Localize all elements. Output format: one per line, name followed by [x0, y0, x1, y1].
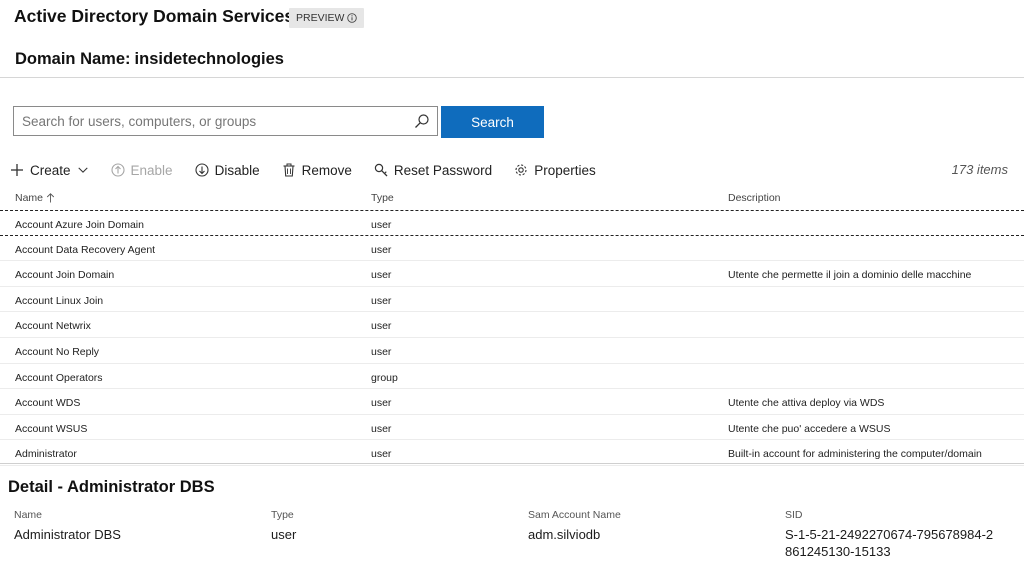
column-header-type-label: Type: [371, 192, 394, 204]
detail-sid-value: S-1-5-21-2492270674-795678984-2861245130…: [785, 527, 994, 559]
cell-type: user: [371, 397, 392, 410]
column-header-type[interactable]: Type: [371, 192, 394, 204]
info-icon[interactable]: [347, 13, 358, 23]
detail-sam-value: adm.silviodb: [528, 527, 601, 542]
cell-name: Account No Reply: [15, 345, 100, 358]
detail-sid-label: SID: [785, 509, 803, 521]
arrow-down-circle-icon: [195, 163, 209, 177]
cell-type: user: [371, 219, 392, 231]
domain-name-value: insidetechnologies: [134, 50, 284, 68]
domain-name-label: Domain Name:: [15, 50, 131, 68]
table-row[interactable]: Account Linux Join user: [0, 287, 1024, 313]
cell-type: user: [371, 345, 392, 358]
cell-name: Account Operators: [15, 371, 103, 384]
item-count: 173 items: [951, 162, 1008, 177]
table-row[interactable]: Account WSUS user Utente che puo' accede…: [0, 415, 1024, 441]
column-header-description-label: Description: [728, 192, 781, 204]
reset-password-button-label: Reset Password: [393, 162, 493, 178]
cell-description: Utente che puo' accedere a WSUS: [728, 422, 891, 435]
cell-name: Account WSUS: [15, 422, 88, 435]
search-icon[interactable]: [407, 107, 437, 135]
enable-button[interactable]: Enable: [110, 162, 173, 178]
table-row[interactable]: Account Netwrix user: [0, 312, 1024, 338]
cell-name: Account Join Domain: [15, 269, 115, 282]
remove-button-label: Remove: [301, 162, 352, 178]
command-bar: Create Enable Disable Remove Reset Passw…: [10, 160, 618, 180]
create-button-label: Create: [30, 162, 71, 178]
cell-type: user: [371, 320, 392, 333]
detail-divider: [0, 463, 1024, 464]
key-icon: [374, 163, 388, 177]
properties-button-label: Properties: [534, 162, 596, 178]
remove-button[interactable]: Remove: [282, 163, 352, 178]
page-title: Active Directory Domain Services: [14, 6, 295, 26]
cell-type: user: [371, 243, 392, 256]
chevron-down-icon: [77, 167, 88, 173]
table-row[interactable]: Account Azure Join Domain user: [0, 210, 1024, 236]
table-row[interactable]: Account WDS user Utente che attiva deplo…: [0, 389, 1024, 415]
detail-type-label: Type: [271, 509, 294, 521]
search-input[interactable]: [14, 108, 407, 134]
search-button[interactable]: Search: [441, 106, 544, 138]
preview-badge-label: PREVIEW: [296, 12, 345, 24]
cell-description: Utente che attiva deploy via WDS: [728, 397, 885, 410]
detail-name-value: Administrator DBS: [14, 527, 121, 542]
cell-name: Account Data Recovery Agent: [15, 243, 156, 256]
cell-type: group: [371, 371, 398, 384]
column-header-description[interactable]: Description: [728, 192, 781, 204]
detail-title: Detail - Administrator DBS: [8, 478, 215, 496]
plus-icon: [11, 164, 23, 176]
grid-header: Name Type Description: [0, 188, 1024, 208]
disable-button-label: Disable: [214, 162, 260, 178]
table-row[interactable]: Account Join Domain user Utente che perm…: [0, 261, 1024, 287]
cell-type: user: [371, 448, 392, 461]
disable-button[interactable]: Disable: [195, 163, 260, 178]
header-divider: [0, 77, 1024, 78]
detail-sam-label: Sam Account Name: [528, 509, 621, 521]
cell-name: Administrator: [15, 448, 77, 461]
properties-button[interactable]: Properties: [514, 163, 596, 178]
detail-name-label: Name: [14, 509, 43, 521]
table-row[interactable]: Account Data Recovery Agent user: [0, 236, 1024, 262]
search-box[interactable]: [13, 106, 438, 136]
gear-icon: [515, 164, 527, 176]
results-grid: Account Azure Join Domain user Account D…: [0, 210, 1024, 466]
cell-description: Utente che permette il join a dominio de…: [728, 269, 972, 282]
sort-ascending-icon: [46, 193, 55, 203]
create-button[interactable]: Create: [10, 163, 89, 178]
table-row[interactable]: Account No Reply user: [0, 338, 1024, 364]
arrow-up-circle-icon: [110, 163, 125, 177]
enable-button-label: Enable: [130, 162, 173, 178]
cell-name: Account Azure Join Domain: [15, 219, 144, 231]
cell-name: Account Linux Join: [15, 294, 104, 307]
table-row[interactable]: Account Operators group: [0, 364, 1024, 390]
cell-name: Account WDS: [15, 397, 81, 410]
column-header-name[interactable]: Name: [15, 192, 55, 204]
cell-name: Account Netwrix: [15, 320, 91, 333]
column-header-name-label: Name: [15, 192, 44, 204]
cell-description: Built-in account for administering the c…: [728, 448, 982, 461]
domain-name: Domain Name: insidetechnologies: [15, 50, 284, 69]
cell-type: user: [371, 294, 392, 307]
trash-icon: [283, 163, 295, 177]
reset-password-button[interactable]: Reset Password: [374, 163, 492, 178]
detail-type-value: user: [271, 527, 297, 542]
preview-badge: PREVIEW: [289, 8, 365, 28]
cell-type: user: [371, 422, 392, 435]
cell-type: user: [371, 269, 392, 282]
